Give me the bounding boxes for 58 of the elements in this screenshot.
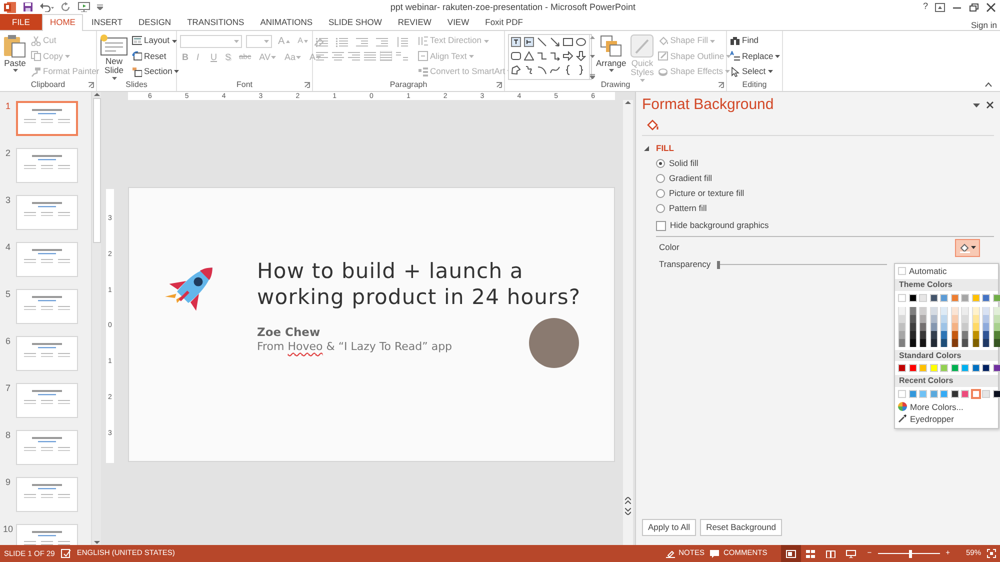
window-title: ppt webinar- rakuten-zoe-presentation - Microsoft PowerPoint [389,2,637,12]
ribbon-tab[interactable]: REVIEW [390,14,440,30]
sign-in-link[interactable]: Sign in [971,20,1000,30]
group-label: Font [236,80,253,90]
menu-section-header: Standard Colors [895,350,998,362]
ribbon-tab[interactable]: HOME [42,14,84,31]
ribbon-button[interactable]: Find [730,34,780,48]
panel-title: Format Background [642,95,775,115]
fill-radio-option[interactable]: Solid fill [642,156,994,171]
group-label: Paragraph [390,80,428,90]
slide-number: 9 [4,477,12,488]
group-label: Editing [742,80,767,90]
fill-radio-option[interactable]: Gradient fill [642,171,994,186]
ribbon-button[interactable]: Replace [730,49,780,64]
hide-graphics-checkbox[interactable]: Hide background graphics [642,218,994,233]
file-tab[interactable]: FILE [0,14,42,30]
ribbon-large-button[interactable]: New Slide [100,34,128,79]
section-header: FILL [656,142,674,154]
slide-number: 1 [4,101,12,112]
ribbon-large-button[interactable]: Paste [3,34,27,79]
group-label: Drawing [600,80,630,90]
ribbon-large-button[interactable]: Arrange [596,34,626,79]
slide-number: 6 [4,336,12,347]
group-label: Slides [126,80,148,90]
slide-number: 7 [4,383,12,394]
byline-text: From Hoveo & “I Lazy To Read” app [257,340,454,353]
more-colors-option[interactable]: More Colors... [895,400,998,413]
slide-number: 10 [2,524,14,535]
ribbon-button[interactable]: Layout [132,34,180,48]
ribbon-tab[interactable]: ANIMATIONS [252,14,320,30]
help-button[interactable]: ? [922,2,928,12]
slide-number: 2 [4,148,12,159]
group-label: Clipboard [30,80,66,90]
slide-number: 3 [4,195,12,206]
slide-title: How to build + launch a working product in 24 hours? [257,258,582,310]
ribbon-button[interactable]: Select [730,64,780,79]
ribbon-button[interactable]: Section [132,64,180,79]
menu-section-header: Theme Colors [895,279,998,291]
slide-number: 8 [4,430,12,441]
fill-radio-option[interactable]: Pattern fill [642,201,994,216]
slide-number: 4 [4,242,12,253]
panel-button[interactable]: Reset Background [700,518,782,536]
ribbon-tab[interactable]: Foxit PDF [477,14,531,30]
field-label: Color [659,242,680,253]
panel-button[interactable]: Apply to All [642,518,696,536]
author-name: Zoe Chew [257,326,322,340]
ribbon-tab[interactable]: DESIGN [130,14,180,30]
ribbon-tab[interactable]: INSERT [83,14,130,30]
ribbon-tab[interactable]: VIEW [439,14,478,30]
ribbon-button[interactable]: Reset [132,49,180,64]
ribbon-tab[interactable]: SLIDE SHOW [320,14,390,30]
ribbon-tab[interactable]: TRANSITIONS [179,14,252,30]
slide-number: 5 [4,289,12,300]
automatic-color-option[interactable]: Automatic [895,265,998,277]
field-label: Transparency [659,259,711,270]
eyedropper-option[interactable]: Eyedropper [895,412,998,425]
fill-radio-option[interactable]: Picture or texture fill [642,186,994,201]
menu-section-header: Recent Colors [895,375,998,387]
